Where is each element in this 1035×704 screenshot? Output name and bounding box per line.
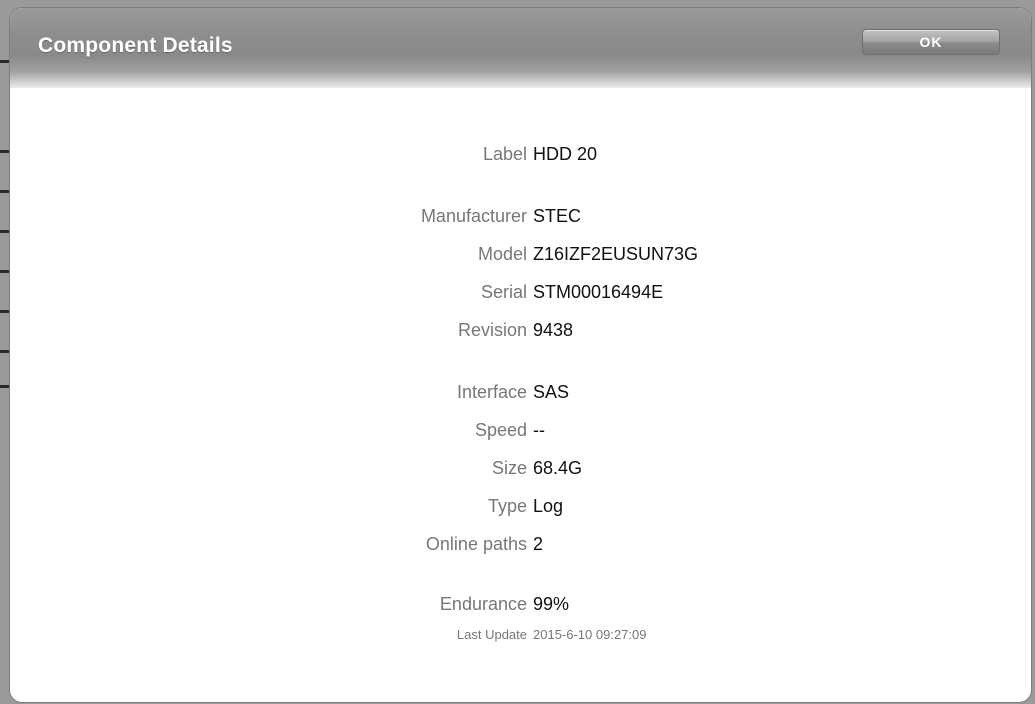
detail-row-interface: Interface SAS: [10, 382, 1031, 410]
field-label: Serial: [480, 282, 527, 302]
field-value: STEC: [533, 206, 582, 226]
detail-row-size: Size 68.4G: [10, 458, 1031, 486]
background-divider: [0, 230, 10, 233]
detail-row-endurance: Endurance 99%: [10, 594, 1031, 622]
field-label: Manufacturer: [420, 206, 527, 226]
field-value: SAS: [533, 382, 570, 402]
detail-row-manufacturer: Manufacturer STEC: [10, 206, 1031, 234]
field-label: Model: [477, 244, 527, 264]
detail-row-online-paths: Online paths 2: [10, 534, 1031, 562]
field-label: Endurance: [439, 594, 527, 614]
field-label: Speed: [474, 420, 527, 440]
dialog-titlebar: Component Details OK: [10, 8, 1031, 88]
background-divider: [0, 150, 10, 153]
background-divider: [0, 350, 10, 353]
field-label: Last Update: [456, 627, 527, 642]
field-label: Online paths: [425, 534, 527, 554]
detail-row-speed: Speed --: [10, 420, 1031, 448]
detail-row-serial: Serial STM00016494E: [10, 282, 1031, 310]
detail-row-model: Model Z16IZF2EUSUN73G: [10, 244, 1031, 272]
field-value: 99%: [533, 594, 570, 614]
detail-row-last-update: Last Update 2015-6-10 09:27:09: [10, 627, 1031, 655]
background-divider: [0, 60, 10, 63]
component-details-dialog: Component Details OK Label HDD 20 Manufa…: [10, 8, 1031, 702]
field-value: 68.4G: [533, 458, 583, 478]
detail-row-revision: Revision 9438: [10, 320, 1031, 348]
dialog-title: Component Details: [38, 34, 233, 57]
field-value: STM00016494E: [533, 282, 664, 302]
detail-row-label: Label HDD 20: [10, 144, 1031, 172]
background-divider: [0, 270, 10, 273]
detail-row-type: Type Log: [10, 496, 1031, 524]
background-divider: [0, 385, 10, 388]
field-label: Label: [482, 144, 527, 164]
field-label: Type: [487, 496, 527, 516]
field-label: Size: [491, 458, 527, 478]
field-value: 2015-6-10 09:27:09: [533, 627, 647, 642]
field-label: Interface: [456, 382, 527, 402]
field-value: --: [533, 420, 545, 440]
field-value: HDD 20: [533, 144, 598, 164]
background-divider: [0, 310, 10, 313]
field-value: Z16IZF2EUSUN73G: [533, 244, 699, 264]
field-value: 2: [533, 534, 544, 554]
field-label: Revision: [457, 320, 527, 340]
ok-button[interactable]: OK: [862, 29, 1000, 55]
background-divider: [0, 190, 10, 193]
field-value: Log: [533, 496, 564, 516]
field-value: 9438: [533, 320, 574, 340]
